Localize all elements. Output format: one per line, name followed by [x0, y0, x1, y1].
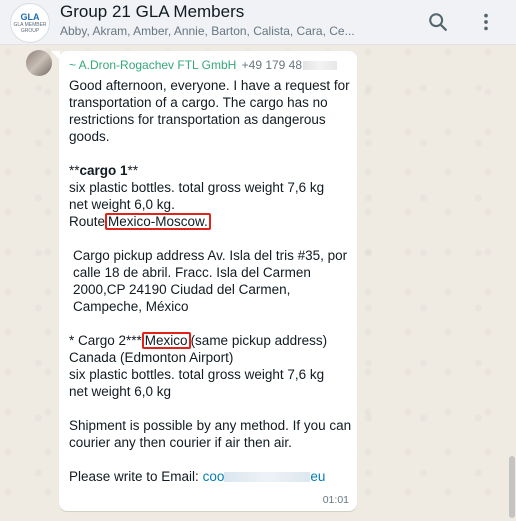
search-icon[interactable]	[427, 11, 449, 33]
cargo1-line2: net weight 6,0 kg.	[69, 197, 175, 212]
cargo2-line: * Cargo 2*** Mexico (same pickup address)	[69, 332, 328, 349]
cargo2-line2: net weight 6,0 kg	[69, 384, 172, 399]
cargo2-destination: Canada (Edmonton Airport)	[69, 350, 234, 365]
scrollbar[interactable]	[509, 456, 515, 518]
chat-header[interactable]: GLA GLA MEMBER GROUP Group 21 GLA Member…	[0, 0, 516, 45]
shipment-text: Shipment is possible by any method. If y…	[69, 418, 352, 450]
email-link[interactable]: coo eu	[203, 469, 326, 484]
sender-name[interactable]: ~ A.Dron-Rogachev FTL GmbH	[69, 58, 236, 72]
message-bubble[interactable]: ~ A.Dron-Rogachev FTL GmbH +49 179 48 Go…	[59, 51, 357, 511]
message-timestamp: 01:01	[322, 494, 349, 506]
route-label: Route	[69, 214, 106, 229]
pickup-address: Cargo pickup address Av. Isla del tris #…	[73, 248, 348, 314]
route-highlight: Mexico-Moscow.	[105, 213, 211, 230]
intro-text: Good afternoon, everyone. I have a reque…	[69, 78, 350, 144]
cargo2-line1: six plastic bottles. total gross weight …	[69, 367, 325, 382]
group-avatar[interactable]: GLA GLA MEMBER GROUP	[10, 3, 50, 43]
sender-line: ~ A.Dron-Rogachev FTL GmbH +49 179 48	[69, 57, 349, 73]
email-label: Please write to Email:	[69, 469, 203, 484]
sender-avatar[interactable]	[26, 50, 52, 76]
route-line: Route Mexico-Moscow.	[69, 213, 353, 230]
chat-title[interactable]: Group 21 GLA Members	[60, 2, 244, 22]
cargo1-heading: **cargo 1**	[69, 163, 139, 178]
more-vertical-icon[interactable]	[475, 11, 497, 33]
redacted-email	[224, 472, 311, 483]
sender-phone[interactable]: +49 179 48	[242, 58, 302, 72]
group-members-list[interactable]: Abby, Akram, Amber, Annie, Barton, Calis…	[60, 24, 408, 38]
redacted-phone	[303, 61, 338, 71]
cargo1-line1: six plastic bottles. total gross weight …	[69, 180, 325, 195]
message-text: Good afternoon, everyone. I have a reque…	[69, 77, 353, 485]
cargo2-highlight: Mexico	[141, 332, 191, 349]
avatar-logo-text: GLA	[20, 12, 40, 22]
email-line: Please write to Email: coo eu	[69, 468, 353, 485]
avatar-caption: GLA MEMBER GROUP	[13, 22, 47, 34]
